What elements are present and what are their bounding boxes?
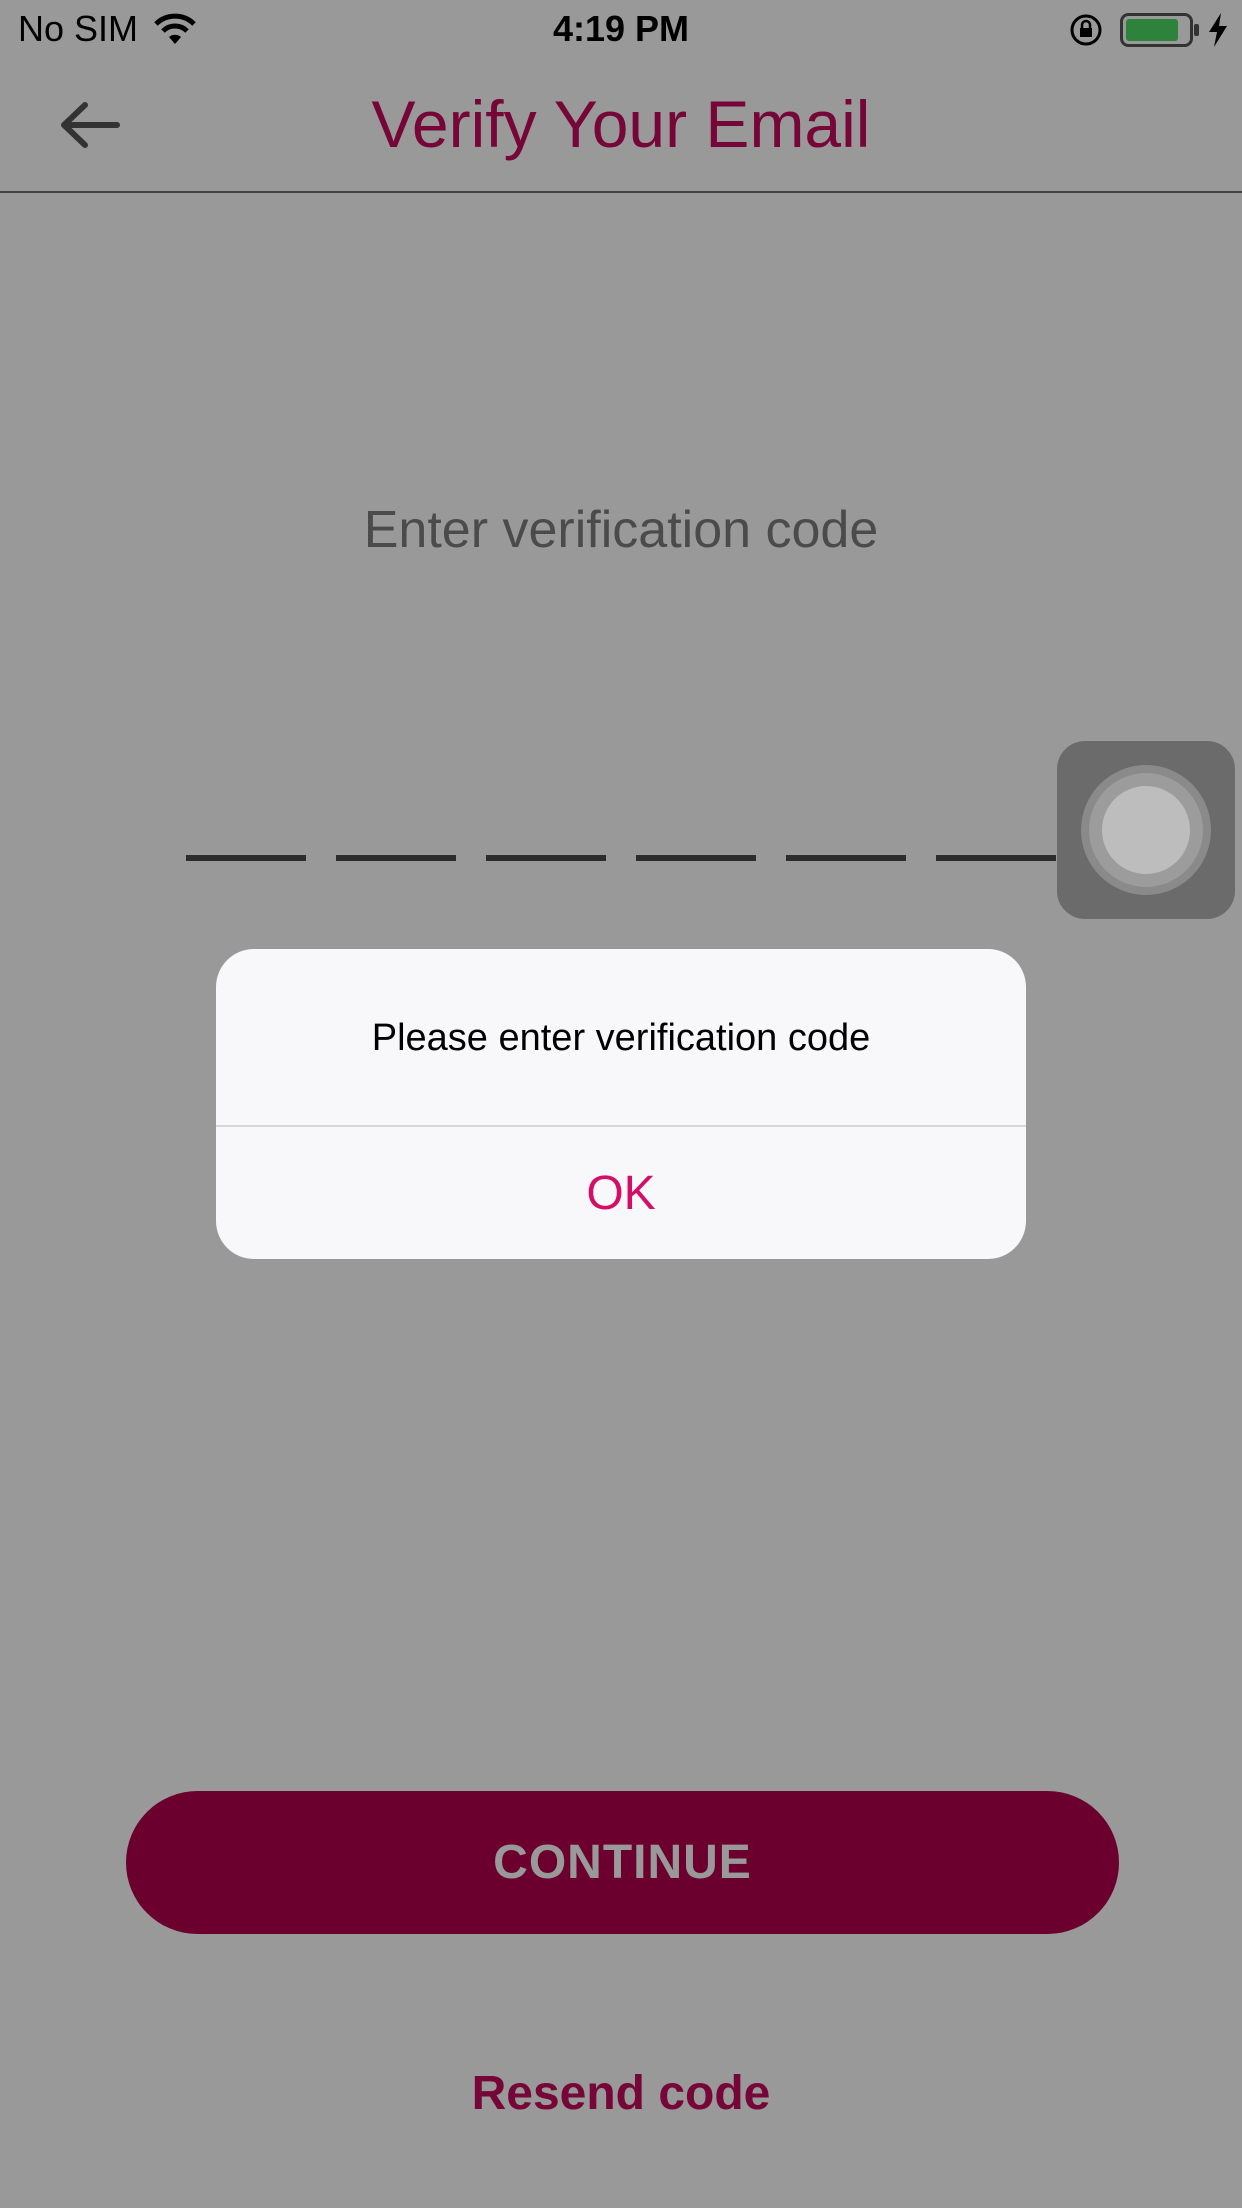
alert-dialog: Please enter verification code OK (216, 949, 1026, 1259)
alert-ok-button[interactable]: OK (216, 1127, 1026, 1259)
alert-message: Please enter verification code (371, 1017, 871, 1059)
assistive-touch-icon[interactable] (1057, 741, 1235, 919)
verify-email-screen: No SIM 4:19 PM Verify Your Email Enter v… (0, 0, 1242, 2208)
